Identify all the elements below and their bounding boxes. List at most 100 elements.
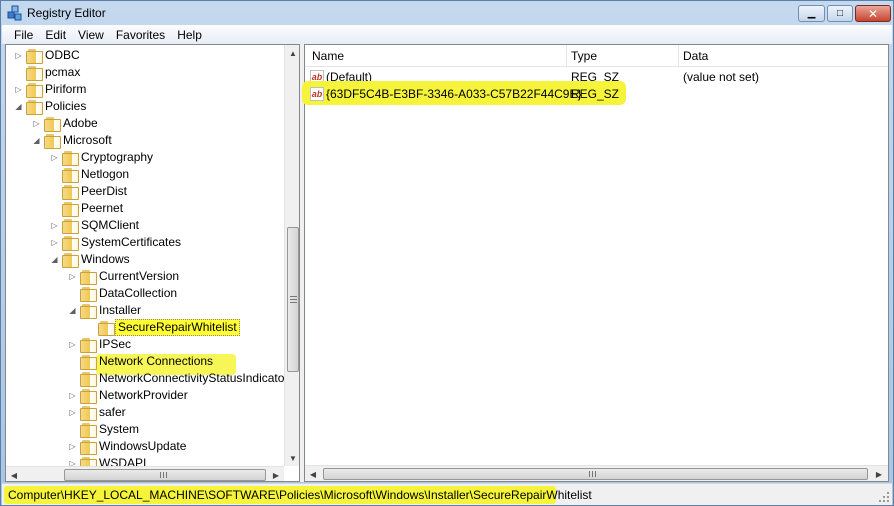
tree-item-label: safer: [99, 405, 126, 419]
tree-item[interactable]: Peernet: [6, 200, 284, 217]
scroll-right-icon[interactable]: ▶: [268, 467, 284, 481]
tree-item[interactable]: ▷ NetworkProvider: [6, 387, 284, 404]
tree-horizontal-scroll-thumb[interactable]: [64, 469, 266, 481]
resize-grip-icon[interactable]: [878, 491, 890, 503]
maximize-icon: □: [836, 7, 844, 19]
tree-item-label: Installer: [99, 303, 142, 317]
folder-icon: [26, 49, 43, 64]
tree-item[interactable]: ▷ ODBC: [6, 47, 284, 64]
menu-favorites[interactable]: Favorites: [110, 28, 171, 42]
tree-item-label: NetworkConnectivityStatusIndicator: [99, 371, 289, 385]
scroll-down-icon[interactable]: ▼: [285, 450, 299, 466]
menu-help[interactable]: Help: [171, 28, 208, 42]
expand-arrow-icon[interactable]: ▷: [14, 84, 23, 95]
tree-horizontal-scrollbar[interactable]: ◀ ▶: [6, 466, 284, 481]
tree-item-label: Piriform: [45, 82, 87, 96]
scroll-right-icon[interactable]: ▶: [871, 466, 887, 481]
expand-arrow-icon[interactable]: ▷: [68, 441, 77, 452]
folder-icon: [62, 202, 79, 217]
minimize-icon: ▁: [807, 7, 816, 19]
tree-item[interactable]: ▷ WindowsUpdate: [6, 438, 284, 455]
values-list-pane[interactable]: Name Type Data ab (Default) REG_SZ (valu…: [304, 44, 889, 482]
status-bar: Computer\HKEY_LOCAL_MACHINE\SOFTWARE\Pol…: [2, 483, 892, 505]
expand-arrow-icon[interactable]: ▷: [68, 407, 77, 418]
tree-item[interactable]: NetworkConnectivityStatusIndicator: [6, 370, 288, 387]
close-icon: ✕: [867, 6, 879, 21]
tree-item[interactable]: ▷ CurrentVersion: [6, 268, 284, 285]
expand-arrow-icon[interactable]: ▷: [14, 50, 23, 61]
menu-bar: File Edit View Favorites Help: [2, 25, 892, 44]
scroll-left-icon[interactable]: ◀: [6, 467, 22, 481]
tree-item[interactable]: ▷ SystemCertificates: [6, 234, 284, 251]
expand-arrow-icon[interactable]: ▷: [50, 152, 59, 163]
scroll-left-icon[interactable]: ◀: [305, 466, 321, 481]
tree-item[interactable]: ▷ safer: [6, 404, 284, 421]
value-row[interactable]: ab {63DF5C4B-E3BF-3346-A033-C57B22F44C9E…: [305, 86, 885, 103]
list-horizontal-scroll-thumb[interactable]: [323, 468, 868, 480]
list-header: Name Type Data: [305, 45, 888, 67]
list-horizontal-scrollbar[interactable]: ◀ ▶: [305, 465, 888, 481]
tree-item[interactable]: ◢ Microsoft: [6, 132, 284, 149]
folder-icon: [80, 355, 97, 370]
folder-icon: [80, 287, 97, 302]
expand-arrow-icon[interactable]: ▷: [50, 220, 59, 231]
expand-arrow-icon[interactable]: ▷: [68, 390, 77, 401]
tree-item[interactable]: ◢ Policies: [6, 98, 284, 115]
tree-vertical-scroll-thumb[interactable]: [287, 227, 299, 372]
folder-icon: [98, 321, 115, 336]
folder-icon: [80, 423, 97, 438]
tree-item[interactable]: ▷ SQMClient: [6, 217, 284, 234]
tree-item[interactable]: ▷ Piriform: [6, 81, 284, 98]
tree-item-label: Microsoft: [63, 133, 112, 147]
close-button[interactable]: ✕: [855, 5, 891, 22]
string-value-icon: ab: [310, 87, 324, 101]
menu-view[interactable]: View: [72, 28, 110, 42]
tree-item[interactable]: ▷ IPSec: [6, 336, 284, 353]
tree-item-label: Netlogon: [81, 167, 130, 181]
tree-item[interactable]: ◢ Installer: [6, 302, 284, 319]
folder-icon: [62, 219, 79, 234]
tree-item[interactable]: ▷ Cryptography: [6, 149, 284, 166]
maximize-button[interactable]: □: [827, 5, 853, 22]
column-data-header[interactable]: Data: [683, 49, 708, 63]
tree-item[interactable]: Network Connections: [6, 353, 284, 370]
folder-icon: [62, 253, 79, 268]
folder-icon: [44, 117, 61, 132]
title-bar[interactable]: Registry Editor ▁ □ ✕: [1, 1, 893, 25]
key-tree-pane[interactable]: ▷ ODBC pcmax ▷ Piriform ◢ Policies ▷ Adobe ◢ Micro…: [5, 44, 300, 482]
menu-edit[interactable]: Edit: [39, 28, 72, 42]
collapse-arrow-icon[interactable]: ◢: [32, 135, 41, 146]
expand-arrow-icon[interactable]: ▷: [68, 271, 77, 282]
expand-arrow-icon[interactable]: ▷: [32, 118, 41, 129]
tree-item[interactable]: pcmax: [6, 64, 284, 81]
collapse-arrow-icon[interactable]: ◢: [68, 305, 77, 316]
tree-item-label: Network Connections: [99, 354, 214, 368]
tree-item-label: PeerDist: [81, 184, 128, 198]
tree-item-label: IPSec: [99, 337, 132, 351]
expand-arrow-icon[interactable]: ▷: [50, 237, 59, 248]
folder-icon: [26, 83, 43, 98]
minimize-button[interactable]: ▁: [798, 5, 825, 22]
tree-item-label: SystemCertificates: [81, 235, 182, 249]
tree-item[interactable]: System: [6, 421, 284, 438]
expand-arrow-icon[interactable]: ▷: [68, 339, 77, 350]
collapse-arrow-icon[interactable]: ◢: [14, 101, 23, 112]
collapse-arrow-icon[interactable]: ◢: [50, 254, 59, 265]
tree-item[interactable]: DataCollection: [6, 285, 284, 302]
folder-icon: [26, 66, 43, 81]
tree-item-label: System: [99, 422, 140, 436]
tree-item[interactable]: PeerDist: [6, 183, 284, 200]
tree-vertical-scrollbar[interactable]: ▲ ▼: [284, 45, 299, 466]
folder-icon: [44, 134, 61, 149]
column-name-header[interactable]: Name: [312, 49, 344, 63]
tree-item[interactable]: ◢ Windows: [6, 251, 284, 268]
tree-item-label: Adobe: [63, 116, 98, 130]
scroll-up-icon[interactable]: ▲: [285, 45, 299, 61]
folder-icon: [62, 168, 79, 183]
client-area: ▷ ODBC pcmax ▷ Piriform ◢ Policies ▷ Adobe ◢ Micro…: [5, 44, 889, 482]
tree-item[interactable]: Netlogon: [6, 166, 284, 183]
menu-file[interactable]: File: [8, 28, 39, 42]
tree-item[interactable]: ▷ Adobe: [6, 115, 284, 132]
tree-item-selected[interactable]: SecureRepairWhitelist: [6, 319, 284, 336]
column-type-header[interactable]: Type: [571, 49, 597, 63]
